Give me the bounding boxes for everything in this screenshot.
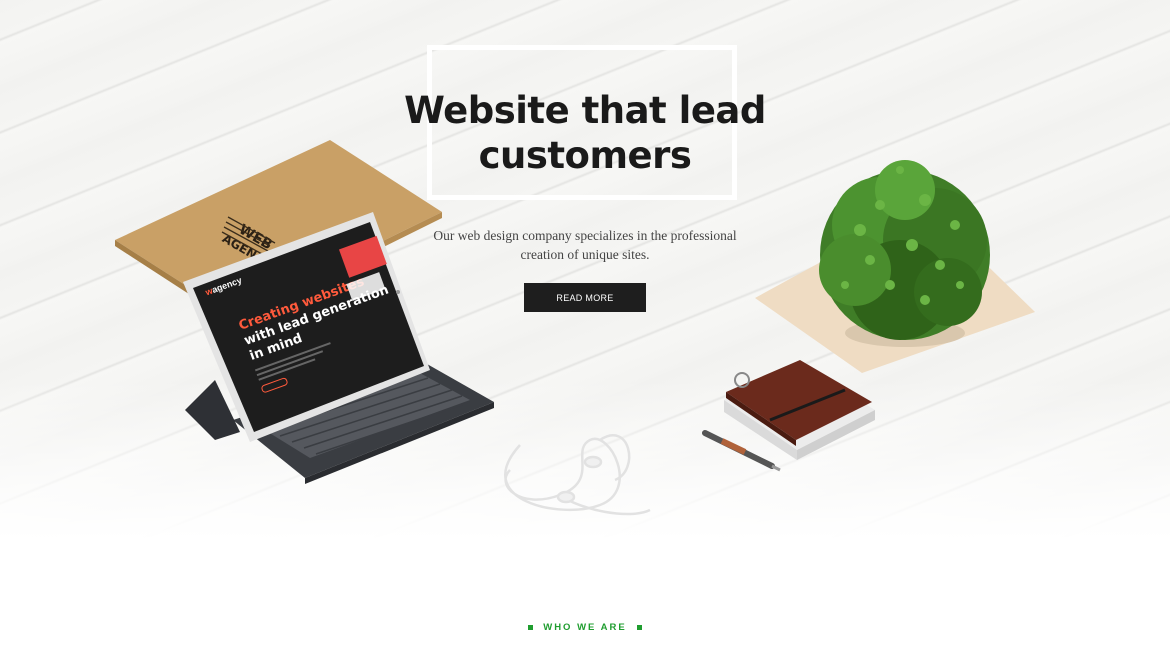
hero-subtitle-line1: Our web design company specializes in th…: [433, 228, 737, 243]
hero-section: WEB AGENCY: [0, 0, 1170, 540]
eyebrow-label: WHO WE ARE: [543, 622, 627, 633]
hero-title-line2: customers: [478, 134, 692, 177]
hero-title: Website that lead customers: [385, 88, 785, 178]
earphones-icon: [504, 434, 651, 516]
hero-title-line1: Website that lead: [404, 89, 766, 132]
eyebrow-left-square-icon: [528, 625, 534, 630]
hero-subtitle-line2: creation of unique sites.: [520, 247, 650, 262]
eyebrow-right-square-icon: [636, 625, 642, 630]
read-more-button[interactable]: READ MORE: [524, 283, 646, 312]
notebook-icon: [724, 360, 875, 460]
hero-subtitle: Our web design company specializes in th…: [420, 226, 750, 264]
section-eyebrow: WHO WE ARE: [500, 622, 670, 633]
